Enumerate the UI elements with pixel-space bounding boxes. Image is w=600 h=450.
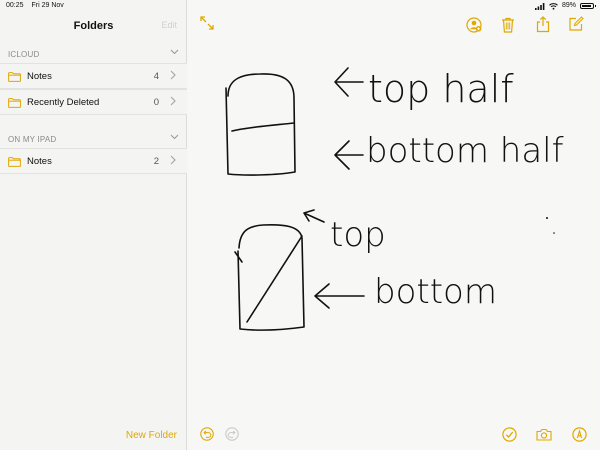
signal-icon	[534, 2, 545, 10]
handwritten-text[interactable]: bottom half	[366, 131, 564, 171]
battery-percent: 89%	[561, 2, 576, 9]
new-folder-button[interactable]: New Folder	[126, 430, 177, 441]
handwritten-text[interactable]: top	[330, 215, 386, 255]
battery-icon	[580, 3, 596, 9]
folder-label: Notes	[27, 71, 52, 82]
status-bar: 00:25 Fri 29 Nov 89%	[0, 0, 600, 12]
chevron-down-icon	[170, 49, 179, 55]
folder-count: 0	[153, 97, 159, 108]
ink-dot	[546, 217, 548, 219]
section-header-on-my-ipad[interactable]: ON MY IPAD	[8, 134, 179, 144]
drawn-shape-2	[234, 223, 305, 331]
sidebar-item-recently-deleted[interactable]: Recently Deleted 0	[0, 89, 187, 115]
arrow-2	[334, 140, 364, 170]
chevron-down-icon	[170, 134, 179, 140]
chevron-right-icon	[170, 155, 176, 165]
status-date: Fri 29 Nov	[31, 2, 64, 9]
folder-count: 2	[153, 156, 159, 167]
wifi-icon	[549, 2, 558, 10]
note-canvas[interactable]: top half bottom half top bottom	[188, 0, 600, 450]
handwritten-text[interactable]: top half	[368, 67, 514, 111]
arrow-1	[334, 67, 364, 97]
handwritten-drawing[interactable]: top half bottom half top bottom	[188, 0, 600, 400]
arrow-4	[314, 283, 365, 309]
folder-icon	[8, 157, 21, 167]
edit-button[interactable]: Edit	[161, 20, 177, 30]
section-header-icloud[interactable]: ICLOUD	[8, 49, 179, 59]
camera-icon[interactable]	[536, 428, 552, 441]
ink-dot	[553, 232, 555, 234]
folder-label: Notes	[27, 156, 52, 167]
status-time: 00:25	[6, 2, 24, 9]
sidebar-header: Folders Edit	[0, 14, 187, 38]
folder-icon	[8, 98, 21, 108]
sidebar-item-ipad-notes[interactable]: Notes 2	[0, 148, 187, 174]
folder-count: 4	[153, 71, 159, 82]
arrow-3	[303, 209, 325, 223]
checkmark-circle-icon[interactable]	[502, 427, 517, 442]
markup-pen-icon[interactable]	[572, 427, 587, 442]
chevron-right-icon	[170, 96, 176, 106]
folder-label: Recently Deleted	[27, 97, 100, 108]
undo-icon[interactable]	[200, 427, 214, 441]
section-label: ICLOUD	[8, 50, 40, 59]
sidebar-item-icloud-notes[interactable]: Notes 4	[0, 63, 187, 89]
sidebar-title: Folders	[73, 20, 114, 32]
handwritten-text[interactable]: bottom	[374, 272, 497, 312]
folders-sidebar: Folders Edit ICLOUD Notes 4 Recently Del…	[0, 0, 187, 450]
section-label: ON MY IPAD	[8, 135, 57, 144]
folder-icon	[8, 72, 21, 82]
chevron-right-icon	[170, 70, 176, 80]
redo-icon[interactable]	[225, 427, 239, 441]
drawn-shape-1	[225, 73, 296, 176]
